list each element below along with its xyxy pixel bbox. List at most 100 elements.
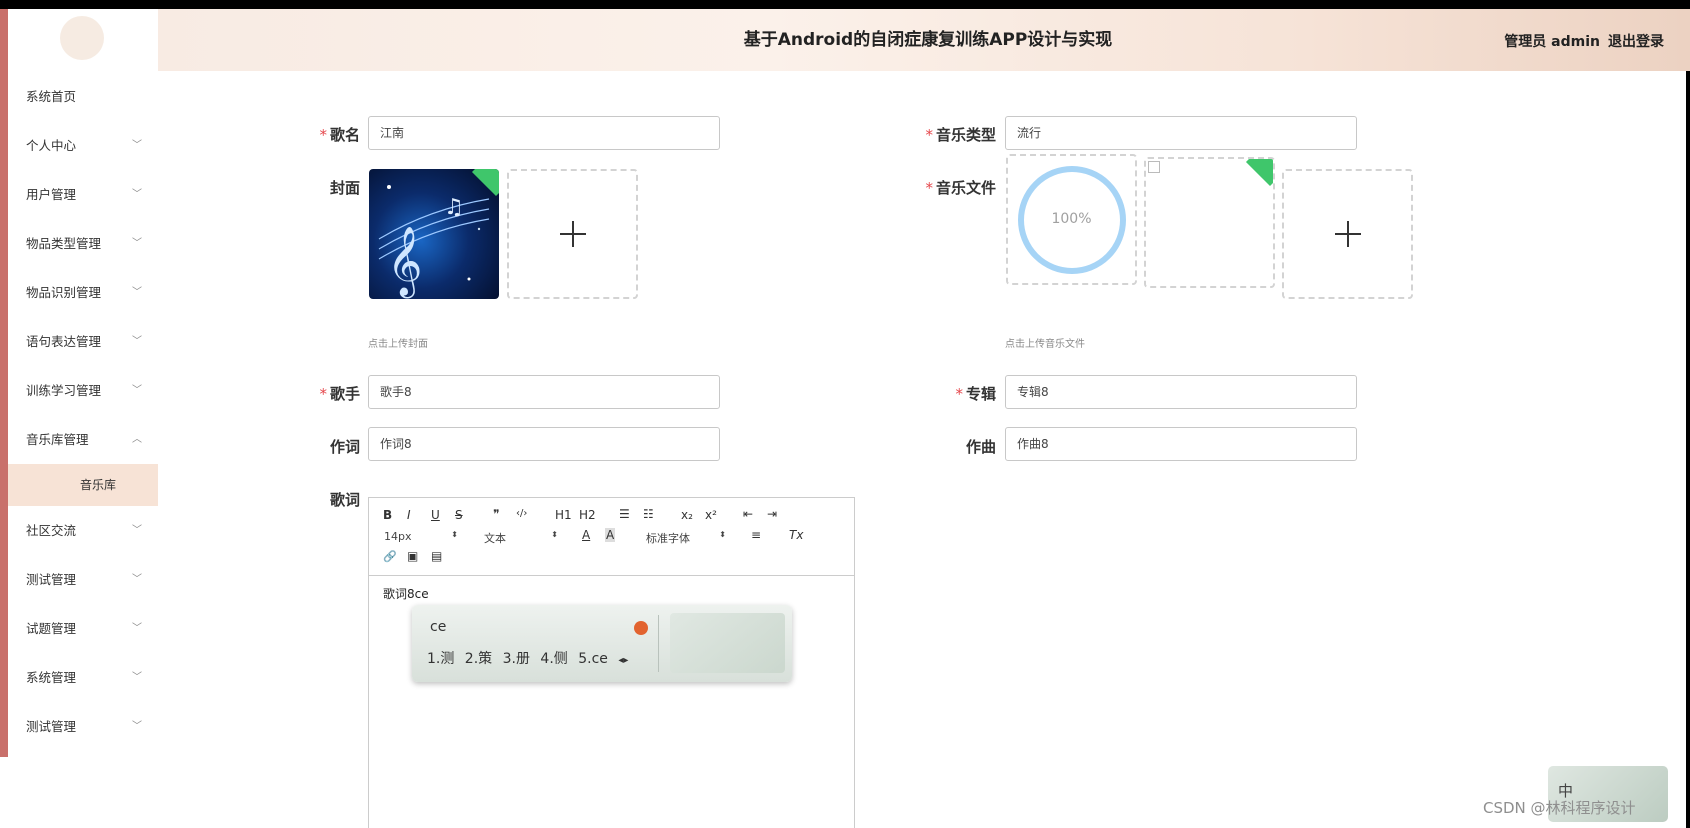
required-mark: * — [319, 385, 327, 403]
outdent-button[interactable]: ⇤ — [743, 507, 753, 521]
sidebar-item-tests[interactable]: 测试管理 ﹀ — [8, 555, 158, 604]
strike-button[interactable]: S — [455, 508, 463, 522]
sidebar-item-label: 试题管理 — [26, 621, 77, 636]
song-name-input[interactable]: 江南 — [368, 116, 720, 150]
label-text: 专辑 — [965, 385, 996, 403]
svg-text:♫: ♫ — [444, 195, 464, 220]
font-color-button[interactable]: A — [582, 528, 590, 542]
header-select[interactable]: 文本 ⬍ — [484, 530, 558, 546]
blockquote-button[interactable]: ❞ — [493, 507, 499, 521]
header: 基于Android的自闭症康复训练APP设计与实现 管理员 admin 退出登录 — [158, 9, 1690, 71]
background-color-button[interactable]: A — [605, 528, 616, 542]
chevron-down-icon: ﹀ — [132, 189, 142, 200]
music-file-thumbnail[interactable] — [1144, 157, 1275, 288]
sidebar-item-personal-center[interactable]: 个人中心 ﹀ — [8, 121, 158, 170]
sidebar-item-label: 系统首页 — [26, 89, 77, 104]
page-arrows-icon[interactable]: ◂▸ — [618, 655, 628, 666]
select-arrow-icon: ⬍ — [551, 530, 558, 539]
font-family-select[interactable]: 标准字体 ⬍ — [646, 530, 726, 546]
underline-button[interactable]: U — [431, 508, 440, 522]
music-file-upload-progress: 100% — [1006, 154, 1137, 285]
composer-input[interactable]: 作曲8 — [1005, 427, 1357, 461]
select-value: 14px — [384, 530, 412, 543]
sidebar-item-label: 社区交流 — [26, 523, 77, 538]
sidebar-menu: 系统首页 个人中心 ﹀ 用户管理 ﹀ 物品类型管理 ﹀ 物品识别管理 ﹀ 语句表达管理 ﹀… — [8, 72, 158, 751]
sidebar-subitem-music-library[interactable]: 音乐库 — [8, 464, 158, 506]
sidebar-item-training[interactable]: 训练学习管理 ﹀ — [8, 366, 158, 415]
chevron-down-icon: ﹀ — [132, 525, 142, 536]
album-input[interactable]: 专辑8 — [1005, 375, 1357, 409]
window-top-bar — [0, 0, 1690, 9]
select-arrow-icon: ⬍ — [719, 530, 726, 539]
bold-button[interactable]: B — [383, 508, 392, 522]
font-size-select[interactable]: 14px ⬍ — [384, 530, 458, 543]
chevron-down-icon: ﹀ — [132, 574, 142, 585]
required-mark: * — [925, 126, 933, 144]
video-button[interactable]: ▤ — [431, 549, 442, 563]
lyricist-label: 作词 — [329, 438, 360, 456]
chevron-down-icon: ﹀ — [132, 287, 142, 298]
window-right-edge — [1686, 71, 1690, 828]
h1-button[interactable]: H1 — [555, 508, 572, 522]
sidebar-item-label: 个人中心 — [26, 138, 77, 153]
sidebar-item-label: 音乐库管理 — [26, 432, 89, 447]
album-label: * 专辑 — [930, 383, 996, 404]
indent-button[interactable]: ⇥ — [767, 507, 777, 521]
cover-preview-image[interactable]: 𝄞 ♫ — [369, 169, 499, 299]
chevron-down-icon: ﹀ — [132, 721, 142, 732]
chevron-down-icon: ﹀ — [132, 140, 142, 151]
sidebar-item-label: 用户管理 — [26, 187, 77, 202]
progress-percent: 100% — [1051, 211, 1092, 227]
image-button[interactable]: ▣ — [407, 549, 418, 563]
sidebar-item-item-recognition[interactable]: 物品识别管理 ﹀ — [8, 268, 158, 317]
chevron-down-icon: ﹀ — [132, 385, 142, 396]
subscript-button[interactable]: x₂ — [681, 508, 693, 522]
music-file-upload-button[interactable] — [1282, 169, 1413, 299]
lyrics-content[interactable]: 歌词8ce — [383, 585, 429, 602]
ordered-list-button[interactable]: ☰ — [619, 507, 630, 521]
logout-button[interactable]: 退出登录 — [1608, 34, 1664, 50]
chevron-down-icon: ﹀ — [132, 672, 142, 683]
logo — [60, 16, 104, 60]
sidebar-item-system[interactable]: 系统管理 ﹀ — [8, 653, 158, 702]
music-file-label: * 音乐文件 — [910, 177, 996, 198]
ime-logo-icon — [634, 621, 648, 635]
ime-candidates[interactable]: 1.测 2.策 3.册 4.侧 5.ce ◂▸ — [427, 648, 628, 668]
song-name-label: * 歌名 — [300, 124, 360, 145]
header-user-area: 管理员 admin 退出登录 — [1496, 9, 1664, 75]
sidebar-item-label: 系统管理 — [26, 670, 77, 685]
music-file-hint: 点击上传音乐文件 — [1005, 339, 1085, 350]
current-user-label: 管理员 admin — [1504, 34, 1600, 50]
ime-composition-text: ce — [430, 619, 447, 635]
sidebar-item-sentence-expression[interactable]: 语句表达管理 ﹀ — [8, 317, 158, 366]
sidebar-item-questions[interactable]: 试题管理 ﹀ — [8, 604, 158, 653]
sidebar-item-item-types[interactable]: 物品类型管理 ﹀ — [8, 219, 158, 268]
label-text: 歌手 — [329, 385, 360, 403]
select-value: 文本 — [484, 532, 506, 545]
plus-icon — [1334, 221, 1361, 247]
singer-input[interactable]: 歌手8 — [368, 375, 720, 409]
sidebar-item-label: 物品识别管理 — [26, 285, 102, 300]
italic-button[interactable]: I — [407, 508, 411, 522]
bullet-list-button[interactable]: ☷ — [643, 507, 654, 521]
code-button[interactable]: ‹/› — [516, 508, 527, 519]
music-type-input[interactable]: 流行 — [1005, 116, 1357, 150]
required-mark: * — [955, 385, 963, 403]
select-arrow-icon: ⬍ — [451, 530, 458, 539]
lyricist-input[interactable]: 作词8 — [368, 427, 720, 461]
superscript-button[interactable]: x² — [705, 508, 717, 522]
sidebar-item-label: 语句表达管理 — [26, 334, 102, 349]
watermark: CSDN @林科程序设计 — [1483, 799, 1636, 817]
sidebar-item-community[interactable]: 社区交流 ﹀ — [8, 506, 158, 555]
clear-format-button[interactable]: Tx — [789, 528, 803, 542]
page-title: 基于Android的自闭症康复训练APP设计与实现 — [743, 30, 1113, 50]
sidebar-item-music-library[interactable]: 音乐库管理 ︿ — [8, 415, 158, 464]
align-button[interactable]: ≡ — [751, 528, 761, 542]
sidebar-item-tests-2[interactable]: 测试管理 ﹀ — [8, 702, 158, 751]
sidebar-item-users[interactable]: 用户管理 ﹀ — [8, 170, 158, 219]
link-button[interactable]: 🔗 — [383, 550, 397, 563]
h2-button[interactable]: H2 — [579, 508, 596, 522]
cover-upload-button[interactable] — [507, 169, 638, 299]
label-text: 音乐文件 — [935, 179, 996, 197]
sidebar-item-home[interactable]: 系统首页 — [8, 72, 158, 121]
